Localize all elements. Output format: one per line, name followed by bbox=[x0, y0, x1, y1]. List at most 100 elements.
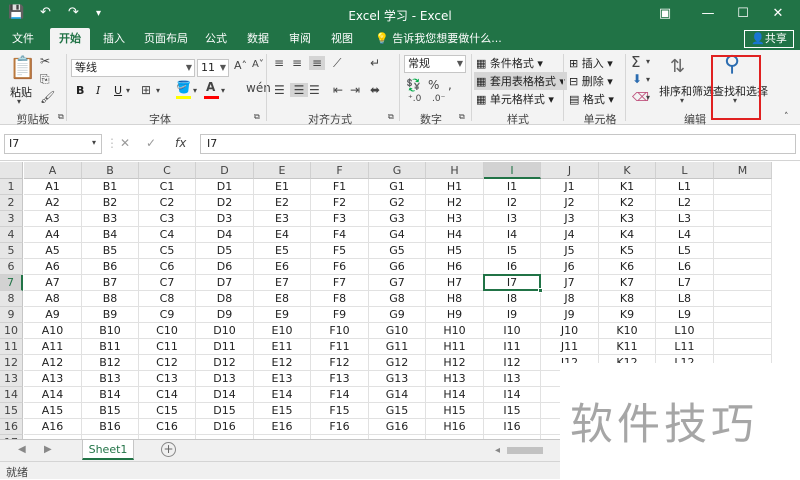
cell-F7[interactable]: F7 bbox=[311, 275, 369, 291]
underline-dropdown-icon[interactable]: ▾ bbox=[126, 86, 130, 95]
row-header-3[interactable]: 3 bbox=[0, 211, 23, 227]
conditional-formatting-button[interactable]: ▦ 条件格式 ▾ bbox=[476, 55, 543, 71]
cell-I13[interactable]: I13 bbox=[484, 371, 541, 387]
autosum-icon[interactable]: Σ bbox=[631, 53, 640, 71]
align-left-icon[interactable]: ☰ bbox=[274, 83, 285, 97]
cell-M6[interactable] bbox=[714, 259, 772, 275]
row-header-1[interactable]: 1 bbox=[0, 179, 23, 195]
column-header-A[interactable]: A bbox=[24, 162, 82, 179]
tab-file[interactable]: 文件 bbox=[4, 28, 42, 50]
cell-H12[interactable]: H12 bbox=[426, 355, 484, 371]
cell-E7[interactable]: E7 bbox=[254, 275, 311, 291]
cell-K7[interactable]: K7 bbox=[599, 275, 656, 291]
cell-A1[interactable]: A1 bbox=[24, 179, 82, 195]
minimize-button[interactable]: — bbox=[693, 3, 723, 25]
cell-B11[interactable]: B11 bbox=[82, 339, 139, 355]
cell-D5[interactable]: D5 bbox=[196, 243, 254, 259]
name-box[interactable]: I7 bbox=[4, 134, 102, 154]
cut-icon[interactable]: ✂ bbox=[40, 54, 50, 68]
cell-C9[interactable]: C9 bbox=[139, 307, 196, 323]
cell-E4[interactable]: E4 bbox=[254, 227, 311, 243]
cell-M3[interactable] bbox=[714, 211, 772, 227]
cell-G4[interactable]: G4 bbox=[369, 227, 426, 243]
cell-I5[interactable]: I5 bbox=[484, 243, 541, 259]
tab-data[interactable]: 数据 bbox=[240, 28, 276, 50]
add-sheet-icon[interactable]: + bbox=[161, 442, 176, 457]
font-color-dropdown-icon[interactable]: ▾ bbox=[221, 86, 225, 95]
cell-E9[interactable]: E9 bbox=[254, 307, 311, 323]
cell-D13[interactable]: D13 bbox=[196, 371, 254, 387]
cell-A4[interactable]: A4 bbox=[24, 227, 82, 243]
cell-H3[interactable]: H3 bbox=[426, 211, 484, 227]
cell-C16[interactable]: C16 bbox=[139, 419, 196, 435]
tab-view[interactable]: 视图 bbox=[324, 28, 360, 50]
cell-A12[interactable]: A12 bbox=[24, 355, 82, 371]
cell-D4[interactable]: D4 bbox=[196, 227, 254, 243]
format-painter-icon[interactable]: 🖌 bbox=[40, 90, 55, 104]
cell-I3[interactable]: I3 bbox=[484, 211, 541, 227]
cell-C14[interactable]: C14 bbox=[139, 387, 196, 403]
cell-C1[interactable]: C1 bbox=[139, 179, 196, 195]
format-as-table-button[interactable]: ▦ 套用表格格式 ▾ bbox=[474, 72, 567, 90]
cell-J11[interactable]: J11 bbox=[541, 339, 599, 355]
cell-J9[interactable]: J9 bbox=[541, 307, 599, 323]
cell-K4[interactable]: K4 bbox=[599, 227, 656, 243]
cell-I4[interactable]: I4 bbox=[484, 227, 541, 243]
cell-G13[interactable]: G13 bbox=[369, 371, 426, 387]
alignment-launcher-icon[interactable]: ⧉ bbox=[388, 112, 394, 122]
cell-L8[interactable]: L8 bbox=[656, 291, 714, 307]
cell-L7[interactable]: L7 bbox=[656, 275, 714, 291]
column-header-F[interactable]: F bbox=[311, 162, 369, 179]
cell-A5[interactable]: A5 bbox=[24, 243, 82, 259]
row-header-13[interactable]: 13 bbox=[0, 371, 23, 387]
cell-J1[interactable]: J1 bbox=[541, 179, 599, 195]
cell-M7[interactable] bbox=[714, 275, 772, 291]
currency-format-icon[interactable]: 💱 bbox=[406, 78, 421, 92]
cell-K5[interactable]: K5 bbox=[599, 243, 656, 259]
cell-D11[interactable]: D11 bbox=[196, 339, 254, 355]
cell-G15[interactable]: G15 bbox=[369, 403, 426, 419]
horizontal-scrollbar[interactable]: ◂ bbox=[495, 445, 557, 456]
cell-J7[interactable]: J7 bbox=[541, 275, 599, 291]
font-size-combo[interactable]: 11 ▼ bbox=[197, 59, 229, 77]
cell-M5[interactable] bbox=[714, 243, 772, 259]
phonetic-icon[interactable]: wén bbox=[246, 81, 271, 95]
cell-A11[interactable]: A11 bbox=[24, 339, 82, 355]
cell-F3[interactable]: F3 bbox=[311, 211, 369, 227]
cell-G2[interactable]: G2 bbox=[369, 195, 426, 211]
cell-B16[interactable]: B16 bbox=[82, 419, 139, 435]
cell-A7[interactable]: A7 bbox=[24, 275, 82, 291]
cell-B5[interactable]: B5 bbox=[82, 243, 139, 259]
cell-J8[interactable]: J8 bbox=[541, 291, 599, 307]
cell-H11[interactable]: H11 bbox=[426, 339, 484, 355]
cell-C10[interactable]: C10 bbox=[139, 323, 196, 339]
cell-M11[interactable] bbox=[714, 339, 772, 355]
cell-B9[interactable]: B9 bbox=[82, 307, 139, 323]
cell-D9[interactable]: D9 bbox=[196, 307, 254, 323]
increase-indent-icon[interactable]: ⇥ bbox=[350, 83, 360, 97]
cell-L10[interactable]: L10 bbox=[656, 323, 714, 339]
row-header-10[interactable]: 10 bbox=[0, 323, 23, 339]
cell-K1[interactable]: K1 bbox=[599, 179, 656, 195]
cell-J4[interactable]: J4 bbox=[541, 227, 599, 243]
cell-I6[interactable]: I6 bbox=[484, 259, 541, 275]
column-header-L[interactable]: L bbox=[656, 162, 714, 179]
tab-insert[interactable]: 插入 bbox=[96, 28, 132, 50]
cell-L3[interactable]: L3 bbox=[656, 211, 714, 227]
cell-A16[interactable]: A16 bbox=[24, 419, 82, 435]
font-color-icon[interactable]: A bbox=[206, 80, 215, 94]
cell-A13[interactable]: A13 bbox=[24, 371, 82, 387]
cell-M4[interactable] bbox=[714, 227, 772, 243]
align-bottom-icon[interactable]: ≡ bbox=[309, 56, 325, 70]
cell-styles-button[interactable]: ▦ 单元格样式 ▾ bbox=[476, 91, 554, 107]
cell-C11[interactable]: C11 bbox=[139, 339, 196, 355]
delete-cells-button[interactable]: ⊟ 删除 ▾ bbox=[569, 73, 613, 89]
maximize-button[interactable]: ☐ bbox=[728, 3, 758, 25]
cell-D15[interactable]: D15 bbox=[196, 403, 254, 419]
cell-H10[interactable]: H10 bbox=[426, 323, 484, 339]
cell-I16[interactable]: I16 bbox=[484, 419, 541, 435]
cell-H13[interactable]: H13 bbox=[426, 371, 484, 387]
sort-dropdown-icon[interactable]: ▾ bbox=[680, 96, 684, 105]
cell-I14[interactable]: I14 bbox=[484, 387, 541, 403]
cell-F14[interactable]: F14 bbox=[311, 387, 369, 403]
